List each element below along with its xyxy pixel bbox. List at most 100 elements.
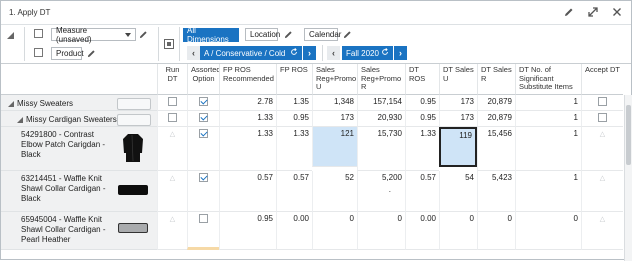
grid-cell[interactable]: 1.33 [219, 111, 276, 127]
row-header[interactable]: 65945004 - Waffle Knit Shawl Collar Card… [1, 212, 157, 250]
grid-cell[interactable]: 20,879 [477, 95, 515, 111]
grid-cell[interactable]: 1 [515, 171, 581, 212]
grid-cell[interactable]: 119 [439, 127, 477, 167]
grid-cell[interactable] [157, 95, 187, 111]
grid-cell[interactable] [581, 111, 623, 127]
grid-cell[interactable]: 0.95 [405, 111, 439, 127]
grid-cell[interactable]: 1.33 [276, 127, 312, 171]
measure-edit-pencil-icon[interactable] [137, 28, 150, 41]
grid-cell[interactable]: 0.57 [276, 171, 312, 212]
grid-cell[interactable]: 52 [312, 171, 357, 212]
grid-cell[interactable]: 20,930 [357, 111, 405, 127]
grid-cell[interactable]: 20,879 [477, 111, 515, 127]
vertical-scrollbar[interactable] [624, 95, 632, 261]
assorted-checkbox[interactable] [199, 129, 208, 139]
calendar-edit-pencil-icon[interactable] [341, 28, 354, 41]
grid-cell[interactable]: 1.33 [219, 127, 276, 171]
column-header[interactable]: DT ROS [405, 64, 439, 95]
collapse-triangle-icon[interactable] [7, 32, 14, 39]
grid-cell[interactable]: 0.57 [405, 171, 439, 212]
location-edit-pencil-icon[interactable] [282, 28, 295, 41]
grid-cell[interactable] [187, 111, 219, 127]
grid-cell[interactable]: △ [157, 127, 187, 171]
column-header[interactable]: Sales Reg+Promo U [312, 64, 357, 95]
grid-cell[interactable] [187, 127, 219, 171]
grid-cell[interactable]: △ [157, 171, 187, 212]
grid-cell[interactable]: 1.35 [276, 95, 312, 111]
row-header[interactable]: 63214451 - Waffle Knit Shawl Collar Card… [1, 171, 157, 212]
column-header[interactable]: DT No. of Significant Substitute Items [515, 64, 581, 95]
grid-cell[interactable]: 15,730 [357, 127, 405, 171]
grid-cell[interactable]: 54 [439, 171, 477, 212]
grid-cell[interactable]: 121 [312, 127, 357, 167]
scrollbar-thumb[interactable] [626, 105, 631, 165]
grid-cell[interactable]: 1,348 [312, 95, 357, 111]
close-icon[interactable] [611, 6, 623, 18]
calendar-prev-button[interactable]: ‹ [327, 46, 340, 60]
grid-cell[interactable] [187, 171, 219, 212]
checkbox[interactable] [598, 97, 607, 107]
refresh-icon[interactable] [290, 48, 298, 58]
column-header[interactable]: Assorted Option [187, 64, 221, 95]
expand-triangle-icon[interactable] [8, 100, 14, 109]
grid-cell[interactable]: 2.78 [219, 95, 276, 111]
grid-cell[interactable]: 1 [515, 127, 581, 171]
grid-cell[interactable]: 173 [312, 111, 357, 127]
grid-cell[interactable]: 0 [515, 212, 581, 250]
grid-cell[interactable]: 5,423 [477, 171, 515, 212]
calendar-chip[interactable]: Calendar [304, 28, 341, 41]
location-next-button[interactable]: › [303, 46, 316, 60]
column-header[interactable]: Accept DT [581, 64, 623, 95]
grid-view-icon[interactable] [164, 39, 174, 49]
product-edit-pencil-icon[interactable] [85, 47, 98, 60]
calendar-nav-button[interactable]: Fall 2020 [342, 46, 393, 60]
grid-cell[interactable]: 0.95 [276, 111, 312, 127]
grid-cell[interactable]: 173 [439, 95, 477, 111]
checkbox[interactable] [168, 97, 177, 107]
grid-cell[interactable]: 0 [312, 212, 357, 250]
row-header[interactable]: Missy Cardigan Sweaters [1, 111, 157, 127]
row-header[interactable]: Missy Sweaters [1, 95, 157, 111]
measure-select[interactable]: Measure (unsaved) [51, 26, 136, 44]
grid-cell[interactable]: 173 [439, 111, 477, 127]
grid-cell[interactable]: 1 [515, 95, 581, 111]
column-header[interactable]: FP ROS Recommended [219, 64, 276, 95]
refresh-icon[interactable] [381, 48, 389, 58]
product-chip[interactable]: Product [51, 47, 84, 60]
grid-cell[interactable]: 157,154 [357, 95, 405, 111]
grid-cell[interactable]: 1 [515, 111, 581, 127]
grid-cell[interactable]: △ [581, 127, 623, 171]
calendar-next-button[interactable]: › [394, 46, 407, 60]
grid-cell[interactable]: 0.95 [219, 212, 276, 250]
location-nav-button[interactable]: A / Conservative / Cold [200, 46, 302, 60]
column-header[interactable]: Sales Reg+Promo R [357, 64, 405, 95]
grid-cell[interactable]: 0.00 [276, 212, 312, 250]
all-dimensions-button[interactable]: All Dimensions [183, 26, 239, 44]
grid-cell[interactable]: △ [581, 171, 623, 212]
grid-cell[interactable]: △ [157, 212, 187, 250]
grid-cell[interactable] [187, 212, 219, 250]
grid-cell[interactable]: 0.57 [219, 171, 276, 212]
column-header[interactable]: DT Sales U [439, 64, 477, 95]
pencil-icon[interactable] [563, 6, 575, 18]
location-chip[interactable]: Location [245, 28, 280, 41]
assorted-checkbox[interactable] [199, 214, 208, 224]
assorted-checkbox[interactable] [199, 97, 208, 107]
grid-cell[interactable]: 0 [439, 212, 477, 250]
assorted-checkbox[interactable] [199, 173, 208, 183]
column-header[interactable]: FP ROS [276, 64, 312, 95]
checkbox[interactable] [598, 113, 607, 123]
grid-cell[interactable] [187, 95, 219, 111]
grid-cell[interactable]: 15,456 [477, 127, 515, 171]
grid-cell[interactable]: △ [581, 212, 623, 250]
expand-triangle-icon[interactable] [17, 116, 23, 125]
assorted-checkbox[interactable] [199, 113, 208, 123]
grid-cell[interactable]: 1.33 [405, 127, 439, 171]
checkbox[interactable] [168, 113, 177, 123]
grid-cell[interactable]: 0 [357, 212, 405, 250]
column-header[interactable]: DT Sales R [477, 64, 515, 95]
grid-cell[interactable]: 0.00 [405, 212, 439, 250]
row-header[interactable]: 54291800 - Contrast Elbow Patch Carigdan… [1, 127, 157, 171]
grid-cell[interactable]: 0.95 [405, 95, 439, 111]
grid-cell[interactable] [157, 111, 187, 127]
